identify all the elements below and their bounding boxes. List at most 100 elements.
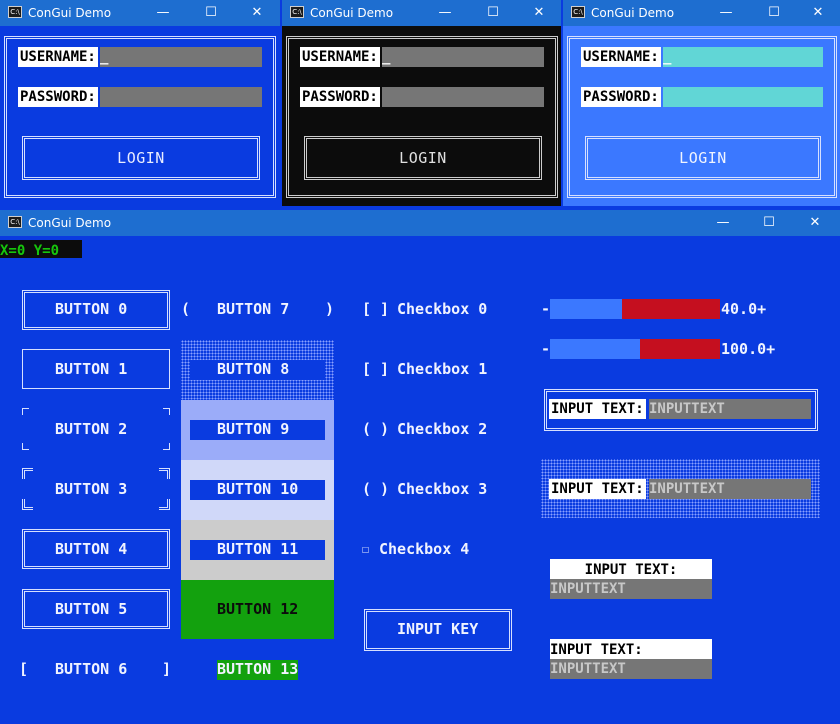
titlebar[interactable]: C:\ ConGui Demo — ☐ ✕ (563, 0, 840, 26)
corner-decoration (22, 468, 33, 479)
corner-decoration (159, 499, 170, 510)
login-button[interactable]: LOGIN (585, 136, 821, 180)
checkbox-2-mark: ( ) (362, 420, 390, 438)
checkbox-4-label: Checkbox 4 (379, 540, 470, 558)
button-6-bracket-open: [ (19, 660, 29, 678)
checkbox-3-label: Checkbox 3 (397, 480, 488, 498)
checkbox-2-label: Checkbox 2 (397, 420, 488, 438)
button-13-label: BUTTON 13 (217, 660, 299, 678)
username-field[interactable]: _ (100, 47, 262, 67)
close-icon[interactable]: ✕ (795, 0, 840, 26)
text-cursor: _ (100, 49, 109, 65)
console-app-icon: C:\ (8, 216, 22, 228)
button-7-label[interactable]: BUTTON 7 (217, 300, 289, 318)
button-6-bracket-close: ] (162, 660, 172, 678)
button-7-paren-close: ) (325, 300, 335, 318)
minimize-icon[interactable]: — (422, 0, 468, 26)
input-text-1-field[interactable]: INPUTTEXT (649, 479, 811, 499)
username-field[interactable]: _ (663, 47, 823, 67)
corner-decoration (22, 499, 33, 510)
login-button-label: LOGIN (399, 149, 447, 167)
corner-decoration (163, 443, 170, 450)
console-app-icon: C:\ (571, 6, 585, 18)
checkbox-4-mark: ☐ (362, 542, 370, 556)
input-text-0-field[interactable]: INPUTTEXT (649, 399, 811, 419)
password-field[interactable] (100, 87, 262, 107)
minimize-icon[interactable]: — (700, 210, 746, 236)
password-field[interactable] (382, 87, 544, 107)
text-cursor: _ (382, 49, 391, 65)
progress-bar-0-fill (550, 299, 622, 319)
button-9-label: BUTTON 9 (217, 420, 290, 438)
corner-decoration (163, 408, 170, 415)
close-icon[interactable]: ✕ (792, 210, 838, 236)
window-title: ConGui Demo (591, 6, 675, 20)
input-text-2-field[interactable]: INPUTTEXT (550, 579, 712, 599)
button-1-label: BUTTON 1 (55, 360, 128, 378)
close-icon[interactable]: ✕ (516, 0, 561, 26)
checkbox-0-label: Checkbox 0 (397, 300, 488, 318)
cursor-coordinates: X=0 Y=0 (0, 240, 82, 259)
login-button[interactable]: LOGIN (22, 136, 260, 180)
button-6-label[interactable]: BUTTON 6 (55, 660, 127, 678)
username-field[interactable]: _ (382, 47, 544, 67)
checkbox-1-mark: [ ] (362, 360, 390, 378)
input-text-3-field[interactable]: INPUTTEXT (550, 659, 712, 679)
console-app-icon: C:\ (8, 6, 22, 18)
corner-decoration (159, 468, 170, 479)
button-11-label: BUTTON 11 (217, 540, 299, 558)
maximize-icon[interactable]: ☐ (751, 0, 797, 26)
titlebar[interactable]: C:\ ConGui Demo — ☐ ✕ (0, 0, 280, 26)
titlebar[interactable]: C:\ ConGui Demo — ☐ ✕ (0, 210, 840, 236)
input-text-0-value: INPUTTEXT (649, 401, 725, 417)
login-window-lightblue: C:\ ConGui Demo — ☐ ✕ USERNAME: _ PASSWO… (563, 0, 840, 206)
checkbox-3-mark: ( ) (362, 480, 390, 498)
window-title: ConGui Demo (28, 6, 112, 20)
coordinates-text: X=0 Y=0 (0, 243, 60, 259)
input-text-2-value: INPUTTEXT (550, 581, 626, 597)
login-button[interactable]: LOGIN (304, 136, 542, 180)
progress-bar-1 (550, 339, 720, 359)
progress-bar-0 (550, 299, 720, 319)
button-0-label: BUTTON 0 (55, 300, 128, 318)
input-text-0-label: INPUT TEXT: (549, 399, 646, 419)
progress-0-prefix: - (541, 300, 551, 318)
progress-1-value: 100.0+ (721, 340, 776, 358)
minimize-icon[interactable]: — (140, 0, 186, 26)
console-app-icon: C:\ (290, 6, 304, 18)
corner-decoration (22, 408, 29, 415)
username-label: USERNAME: (300, 47, 380, 67)
button-7-paren-open: ( (181, 300, 191, 318)
login-button-label: LOGIN (679, 149, 727, 167)
minimize-icon[interactable]: — (703, 0, 749, 26)
progress-bar-1-fill (550, 339, 640, 359)
maximize-icon[interactable]: ☐ (470, 0, 516, 26)
checkbox-0-mark: [ ] (362, 300, 390, 318)
text-cursor: _ (663, 49, 672, 65)
password-field[interactable] (663, 87, 823, 107)
button-4-label: BUTTON 4 (55, 540, 128, 558)
progress-0-value: 40.0+ (721, 300, 767, 318)
login-window-black: C:\ ConGui Demo — ☐ ✕ USERNAME: _ PASSWO… (282, 0, 561, 206)
button-10-label: BUTTON 10 (217, 480, 299, 498)
close-icon[interactable]: ✕ (234, 0, 280, 26)
button-2-label: BUTTON 2 (55, 420, 128, 438)
maximize-icon[interactable]: ☐ (746, 210, 792, 236)
button-5-label: BUTTON 5 (55, 600, 128, 618)
input-text-2-label-box: INPUT TEXT: (550, 559, 712, 579)
username-label: USERNAME: (18, 47, 98, 67)
maximize-icon[interactable]: ☐ (188, 0, 234, 26)
input-text-1-value: INPUTTEXT (649, 481, 725, 497)
username-label: USERNAME: (581, 47, 661, 67)
login-button-label: LOGIN (117, 149, 165, 167)
login-window-blue: C:\ ConGui Demo — ☐ ✕ USERNAME: _ PASSWO… (0, 0, 280, 206)
titlebar[interactable]: C:\ ConGui Demo — ☐ ✕ (282, 0, 561, 26)
window-title: ConGui Demo (28, 216, 112, 230)
password-label: PASSWORD: (300, 87, 380, 107)
checkbox-1-label: Checkbox 1 (397, 360, 488, 378)
input-text-3-label: INPUT TEXT: (550, 642, 643, 658)
password-label: PASSWORD: (18, 87, 98, 107)
button-12-label: BUTTON 12 (217, 600, 299, 618)
progress-1-prefix: - (541, 340, 551, 358)
window-title: ConGui Demo (310, 6, 394, 20)
